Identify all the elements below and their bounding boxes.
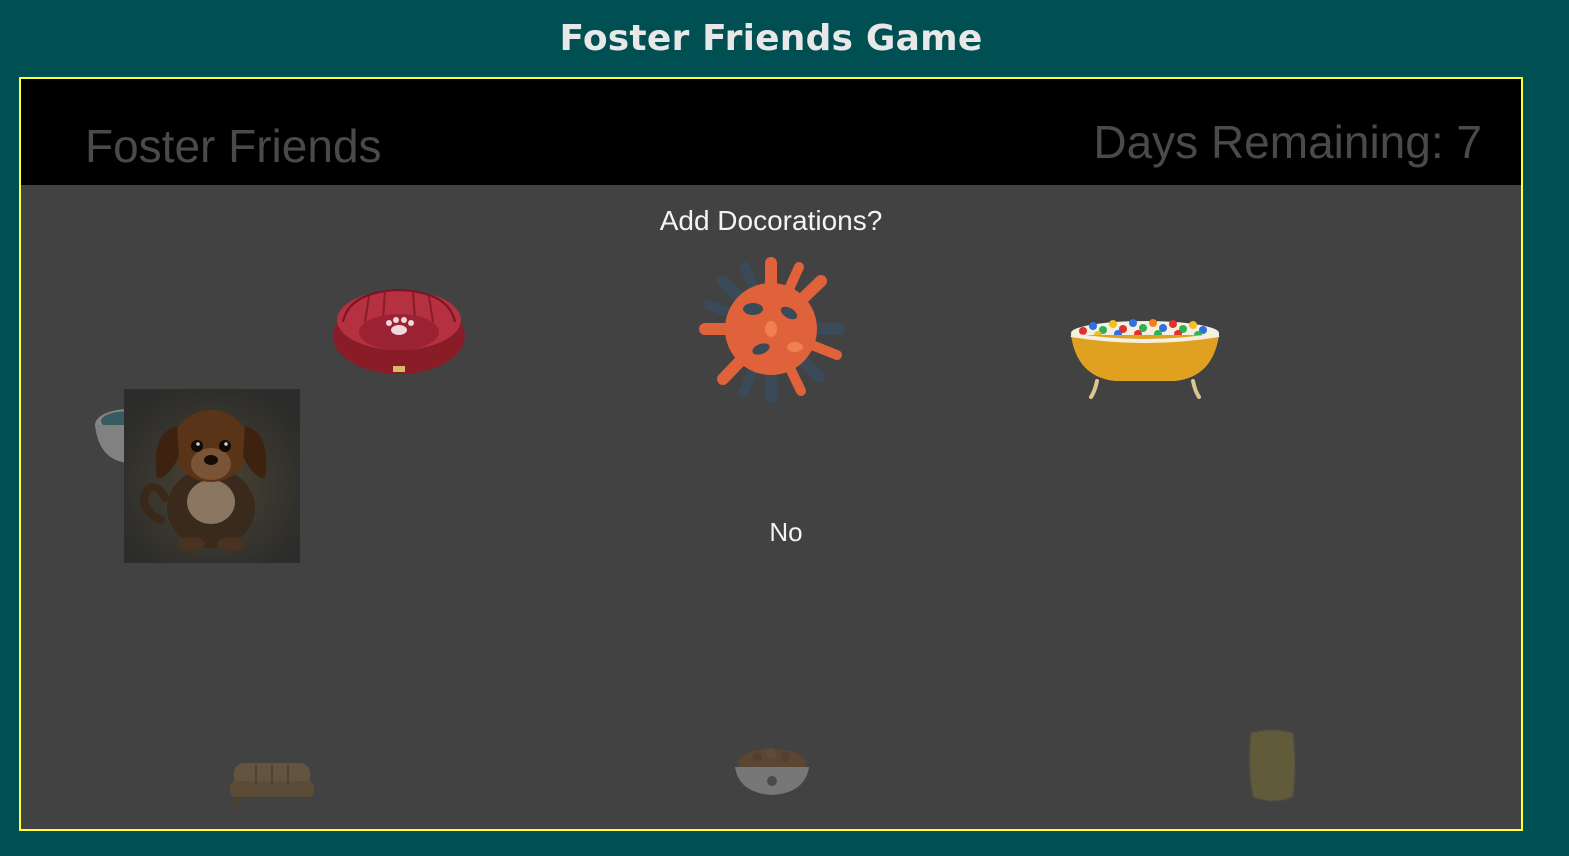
days-remaining: Days Remaining: 7 — [1093, 116, 1482, 168]
decoration-option-bed[interactable] — [329, 278, 469, 383]
decoration-option-toy[interactable] — [691, 251, 851, 412]
spiky-ball-toy-icon — [699, 257, 845, 403]
game-brand: Foster Friends — [85, 120, 382, 172]
food-bowl-icon — [735, 748, 809, 795]
ball-pit-bathtub-icon — [1070, 319, 1220, 399]
game-header: Foster Friends Days Remaining: 7 — [21, 79, 1521, 185]
decoration-option-bathtub[interactable] — [1067, 311, 1223, 406]
pet-card[interactable] — [124, 389, 300, 563]
game-canvas[interactable]: Foster Friends Days Remaining: 7 Add Doc… — [19, 77, 1523, 831]
pet-bed-icon — [333, 288, 465, 374]
scratch-mat-icon — [1248, 729, 1296, 802]
no-button[interactable]: No — [756, 514, 816, 550]
page-title: Foster Friends Game — [559, 18, 983, 59]
sofa-icon — [230, 763, 314, 807]
puppy-icon — [125, 390, 299, 562]
decoration-prompt: Add Docorations? — [659, 205, 883, 236]
